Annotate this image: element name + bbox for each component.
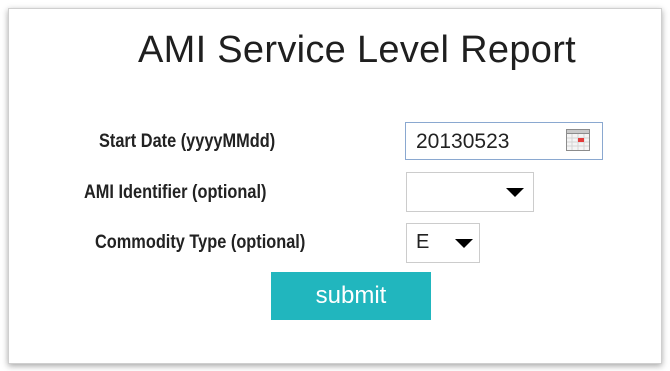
start-date-value[interactable]: 20130523: [416, 130, 509, 154]
commodity-type-value: E: [416, 231, 430, 253]
start-date-label: Start Date (yyyyMMdd): [99, 131, 276, 152]
ami-identifier-select[interactable]: [406, 172, 534, 212]
ami-identifier-label: AMI Identifier (optional): [84, 182, 267, 203]
calendar-icon[interactable]: [566, 129, 590, 151]
report-form-panel: AMI Service Level Report Start Date (yyy…: [8, 8, 662, 364]
chevron-down-icon[interactable]: [506, 188, 524, 197]
commodity-type-label: Commodity Type (optional): [95, 232, 306, 253]
submit-button[interactable]: submit: [271, 272, 431, 320]
chevron-down-icon[interactable]: [455, 239, 473, 248]
start-date-field[interactable]: 20130523: [405, 122, 603, 160]
commodity-type-select[interactable]: E: [406, 223, 480, 263]
page-title: AMI Service Level Report: [137, 29, 577, 71]
